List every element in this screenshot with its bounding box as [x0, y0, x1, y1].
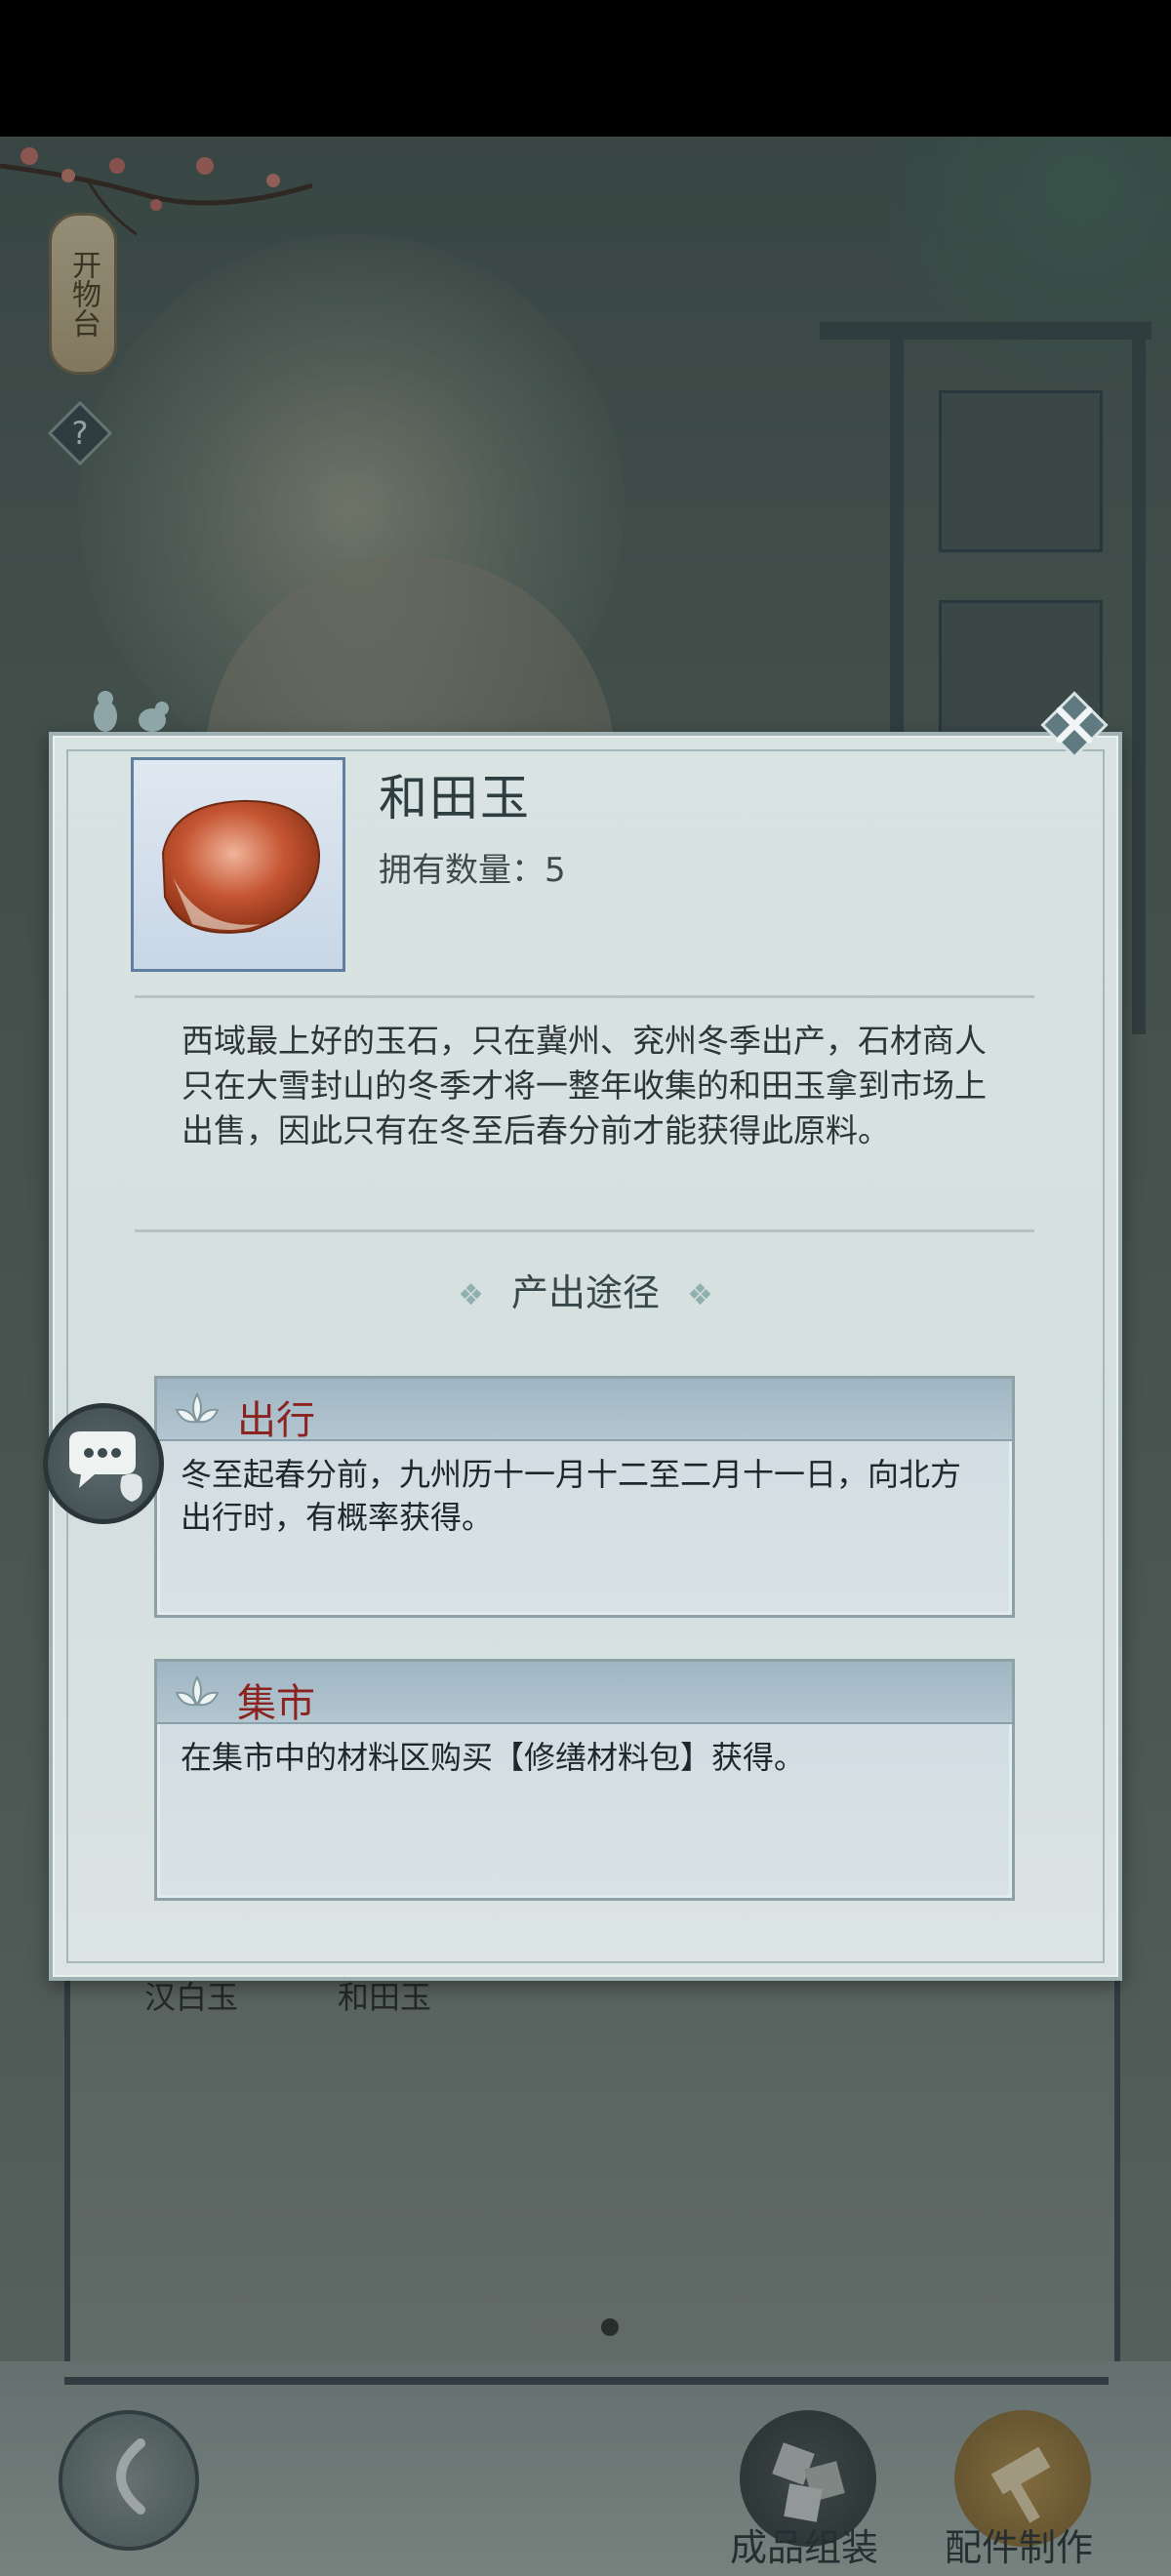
quantity-value: 5	[545, 851, 566, 890]
hetian-jade-stone-icon	[161, 799, 321, 934]
source-card-header: 集市	[157, 1662, 1012, 1726]
source-title: 出行	[237, 1398, 315, 1443]
lotus-icon	[175, 1391, 220, 1425]
source-card-travel[interactable]: 出行 冬至起春分前，九州历十一月十二至二月十一日，向北方出行时，有概率获得。	[154, 1376, 1015, 1618]
source-title: 集市	[237, 1681, 315, 1726]
ornament-icon: ❖	[687, 1278, 713, 1312]
item-thumbnail	[131, 757, 345, 972]
section-title: 产出途径	[510, 1271, 660, 1314]
item-name: 和田玉	[379, 770, 531, 826]
chat-icon	[69, 1431, 142, 1502]
source-text: 在集市中的材料区购买【修缮材料包】获得。	[181, 1739, 806, 1776]
ornament-icon: ❖	[458, 1278, 484, 1312]
sources-section-header: ❖ 产出途径 ❖	[0, 1263, 1171, 1316]
status-bar	[0, 0, 1171, 137]
quantity-label: 拥有数量：	[379, 851, 545, 890]
item-description: 西域最上好的玉石，只在冀州、兖州冬季出产，石材商人只在大雪封山的冬季才将一整年收…	[182, 1022, 987, 1149]
divider	[135, 995, 1034, 998]
source-card-market[interactable]: 集市 在集市中的材料区购买【修缮材料包】获得。	[154, 1659, 1015, 1901]
divider	[135, 1229, 1034, 1232]
lotus-icon	[175, 1674, 220, 1708]
birds-decoration	[94, 691, 169, 732]
chat-button[interactable]	[43, 1403, 164, 1524]
owned-quantity: 拥有数量：5	[379, 843, 566, 891]
source-card-header: 出行	[157, 1379, 1012, 1443]
source-text: 冬至起春分前，九州历十一月十二至二月十一日，向北方出行时，有概率获得。	[181, 1456, 962, 1536]
close-button[interactable]	[1030, 681, 1118, 769]
